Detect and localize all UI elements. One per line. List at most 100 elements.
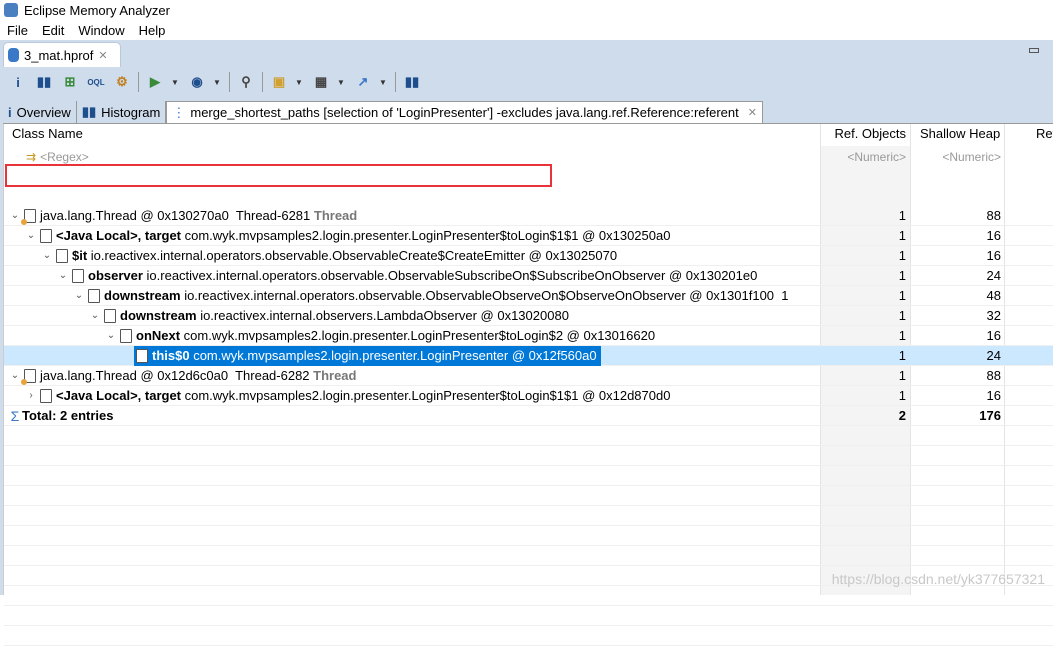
object-icon xyxy=(136,349,148,363)
row-bold-text: <Java Local>, target xyxy=(56,228,182,243)
row-bold-text: $it xyxy=(72,248,88,263)
chevron-down-icon[interactable]: ⌄ xyxy=(104,326,118,346)
row-text-text: java.lang.Thread @ 0x130270a0 Thread-628… xyxy=(40,208,314,223)
menu-edit[interactable]: Edit xyxy=(42,23,64,38)
chevron-right-icon[interactable]: › xyxy=(24,386,38,406)
object-icon xyxy=(40,389,52,403)
shallow-heap-value: 176 xyxy=(979,408,1001,423)
table-row[interactable]: ⌄ java.lang.Thread @ 0x12d6c0a0 Thread-62… xyxy=(4,366,1053,386)
shallow-heap-value: 88 xyxy=(986,368,1001,383)
object-icon xyxy=(120,329,132,343)
run-report-icon[interactable]: ▶ xyxy=(145,72,165,92)
calculator-icon[interactable]: ▦ xyxy=(311,72,331,92)
row-text-text: io.reactivex.internal.operators.observab… xyxy=(87,248,618,263)
gear-icon[interactable]: ⚙ xyxy=(112,72,132,92)
ref-objects-value: 1 xyxy=(898,268,906,283)
dominator-tree-icon[interactable]: ⊞ xyxy=(60,72,80,92)
chevron-down-icon[interactable]: ▼ xyxy=(171,78,181,87)
row-text-text: com.wyk.mvpsamples2.login.presenter.Logi… xyxy=(180,328,656,343)
shallow-heap-value: 24 xyxy=(986,348,1001,363)
table-row[interactable]: ⌄ observer io.reactivex.internal.operator… xyxy=(4,266,1053,286)
menu-file[interactable]: File xyxy=(7,23,28,38)
row-text-text: com.wyk.mvpsamples2.login.presenter.Logi… xyxy=(189,348,597,363)
menu-bar: File Edit Window Help xyxy=(0,20,1053,40)
table-row[interactable]: this$0 com.wyk.mvpsamples2.login.present… xyxy=(4,346,1053,366)
row-bold-text: <Java Local>, target xyxy=(56,388,182,403)
table-row[interactable]: ⌄ downstream io.reactivex.internal.observ… xyxy=(4,306,1053,326)
table-row[interactable]: Σ Total: 2 entries 2 176 xyxy=(4,406,1053,426)
row-bold-text: onNext xyxy=(136,328,181,343)
numeric-filter-shallow-heap[interactable]: <Numeric> xyxy=(910,147,1001,167)
column-header-ref-objects[interactable]: Ref. Objects xyxy=(820,124,906,144)
row-text-text: java.lang.Thread @ 0x12d6c0a0 Thread-628… xyxy=(40,368,314,383)
row-bold-text: downstream xyxy=(120,308,197,323)
chevron-down-icon[interactable]: ⌄ xyxy=(8,366,22,386)
chevron-down-icon[interactable]: ▼ xyxy=(295,78,305,87)
numeric-filter-ref-objects[interactable]: <Numeric> xyxy=(820,147,906,167)
class-name-cell: ⌄ <Java Local>, target com.wyk.mvpsamples… xyxy=(4,226,820,246)
shallow-heap-value: 88 xyxy=(986,208,1001,223)
shallow-heap-value: 24 xyxy=(986,268,1001,283)
tab-label: Histogram xyxy=(101,104,161,120)
row-text-text: io.reactivex.internal.operators.observab… xyxy=(142,268,758,283)
ref-objects-value: 1 xyxy=(898,368,906,383)
compare-icon[interactable]: ▮▮ xyxy=(402,72,422,92)
table-row[interactable]: ⌄ downstream io.reactivex.internal.operat… xyxy=(4,286,1053,306)
sigma-icon: Σ xyxy=(10,408,20,424)
empty-row xyxy=(4,606,1053,626)
table-row[interactable]: ⌄ onNext com.wyk.mvpsamples2.login.presen… xyxy=(4,326,1053,346)
heap-dump-settings-icon[interactable]: ◉ xyxy=(187,72,207,92)
row-text-text: com.wyk.mvpsamples2.login.presenter.Logi… xyxy=(181,388,671,403)
empty-row xyxy=(4,506,1053,526)
row-gray-text: Thread xyxy=(313,208,358,223)
class-name-cell: ⌄ downstream io.reactivex.internal.operat… xyxy=(4,286,820,306)
chevron-down-icon[interactable]: ⌄ xyxy=(8,206,22,226)
title-bar: Eclipse Memory Analyzer xyxy=(0,0,1053,20)
menu-window[interactable]: Window xyxy=(78,23,124,38)
chevron-down-icon[interactable]: ⌄ xyxy=(88,306,102,326)
editor-tab-hprof[interactable]: 3_mat.hprof ✕ xyxy=(3,42,121,67)
table-row[interactable]: › <Java Local>, target com.wyk.mvpsamples… xyxy=(4,386,1053,406)
close-icon[interactable]: ✕ xyxy=(748,106,757,119)
table-row[interactable]: ⌄ <Java Local>, target com.wyk.mvpsamples… xyxy=(4,226,1053,246)
group-icon[interactable]: ▣ xyxy=(269,72,289,92)
chevron-down-icon[interactable]: ⌄ xyxy=(24,226,38,246)
class-name-cell: this$0 com.wyk.mvpsamples2.login.present… xyxy=(4,346,820,366)
chevron-down-icon[interactable]: ⌄ xyxy=(56,266,70,286)
tab-merge-shortest-paths[interactable]: ⋮ merge_shortest_paths [selection of 'Log… xyxy=(166,101,763,123)
tab-histogram[interactable]: ▮▮ Histogram xyxy=(76,101,167,123)
chevron-down-icon[interactable]: ▼ xyxy=(213,78,223,87)
column-header-ref-heap[interactable]: Ref xyxy=(1036,124,1053,144)
oql-icon[interactable]: OQL xyxy=(86,72,106,92)
histogram-icon[interactable]: ▮▮ xyxy=(34,72,54,92)
empty-row xyxy=(4,586,1053,606)
empty-row xyxy=(4,526,1053,546)
ref-objects-value: 1 xyxy=(898,208,906,223)
table-row[interactable]: ⌄ $it io.reactivex.internal.operators.obs… xyxy=(4,246,1053,266)
chevron-down-icon[interactable]: ⌄ xyxy=(40,246,54,266)
menu-help[interactable]: Help xyxy=(139,23,166,38)
row-text-text: com.wyk.mvpsamples2.login.presenter.Logi… xyxy=(181,228,671,243)
shallow-heap-value: 16 xyxy=(986,248,1001,263)
class-name-cell: ⌄ observer io.reactivex.internal.operator… xyxy=(4,266,820,286)
empty-row xyxy=(4,426,1053,446)
info-icon[interactable]: i xyxy=(8,72,28,92)
info-icon: i xyxy=(8,104,12,120)
tab-label: merge_shortest_paths [selection of 'Logi… xyxy=(190,105,739,120)
column-header-shallow-heap[interactable]: Shallow Heap xyxy=(920,124,1000,144)
empty-row xyxy=(4,466,1053,486)
chevron-down-icon[interactable]: ▼ xyxy=(337,78,347,87)
close-icon[interactable]: ✕ xyxy=(98,49,107,62)
table-row[interactable]: ⌄ java.lang.Thread @ 0x130270a0 Thread-62… xyxy=(4,206,1053,226)
chevron-down-icon[interactable]: ▼ xyxy=(379,78,389,87)
column-header-class-name[interactable]: Class Name xyxy=(12,124,83,144)
export-icon[interactable]: ↗ xyxy=(353,72,373,92)
chevron-down-icon[interactable]: ⌄ xyxy=(72,286,86,306)
search-icon[interactable]: ⚲ xyxy=(236,72,256,92)
row-bold-text: downstream xyxy=(104,288,181,303)
ref-objects-value: 2 xyxy=(898,408,906,423)
tab-overview[interactable]: i Overview xyxy=(3,101,77,123)
minimize-button[interactable] xyxy=(1029,48,1039,53)
shallow-heap-value: 16 xyxy=(986,388,1001,403)
shallow-heap-value: 16 xyxy=(986,328,1001,343)
